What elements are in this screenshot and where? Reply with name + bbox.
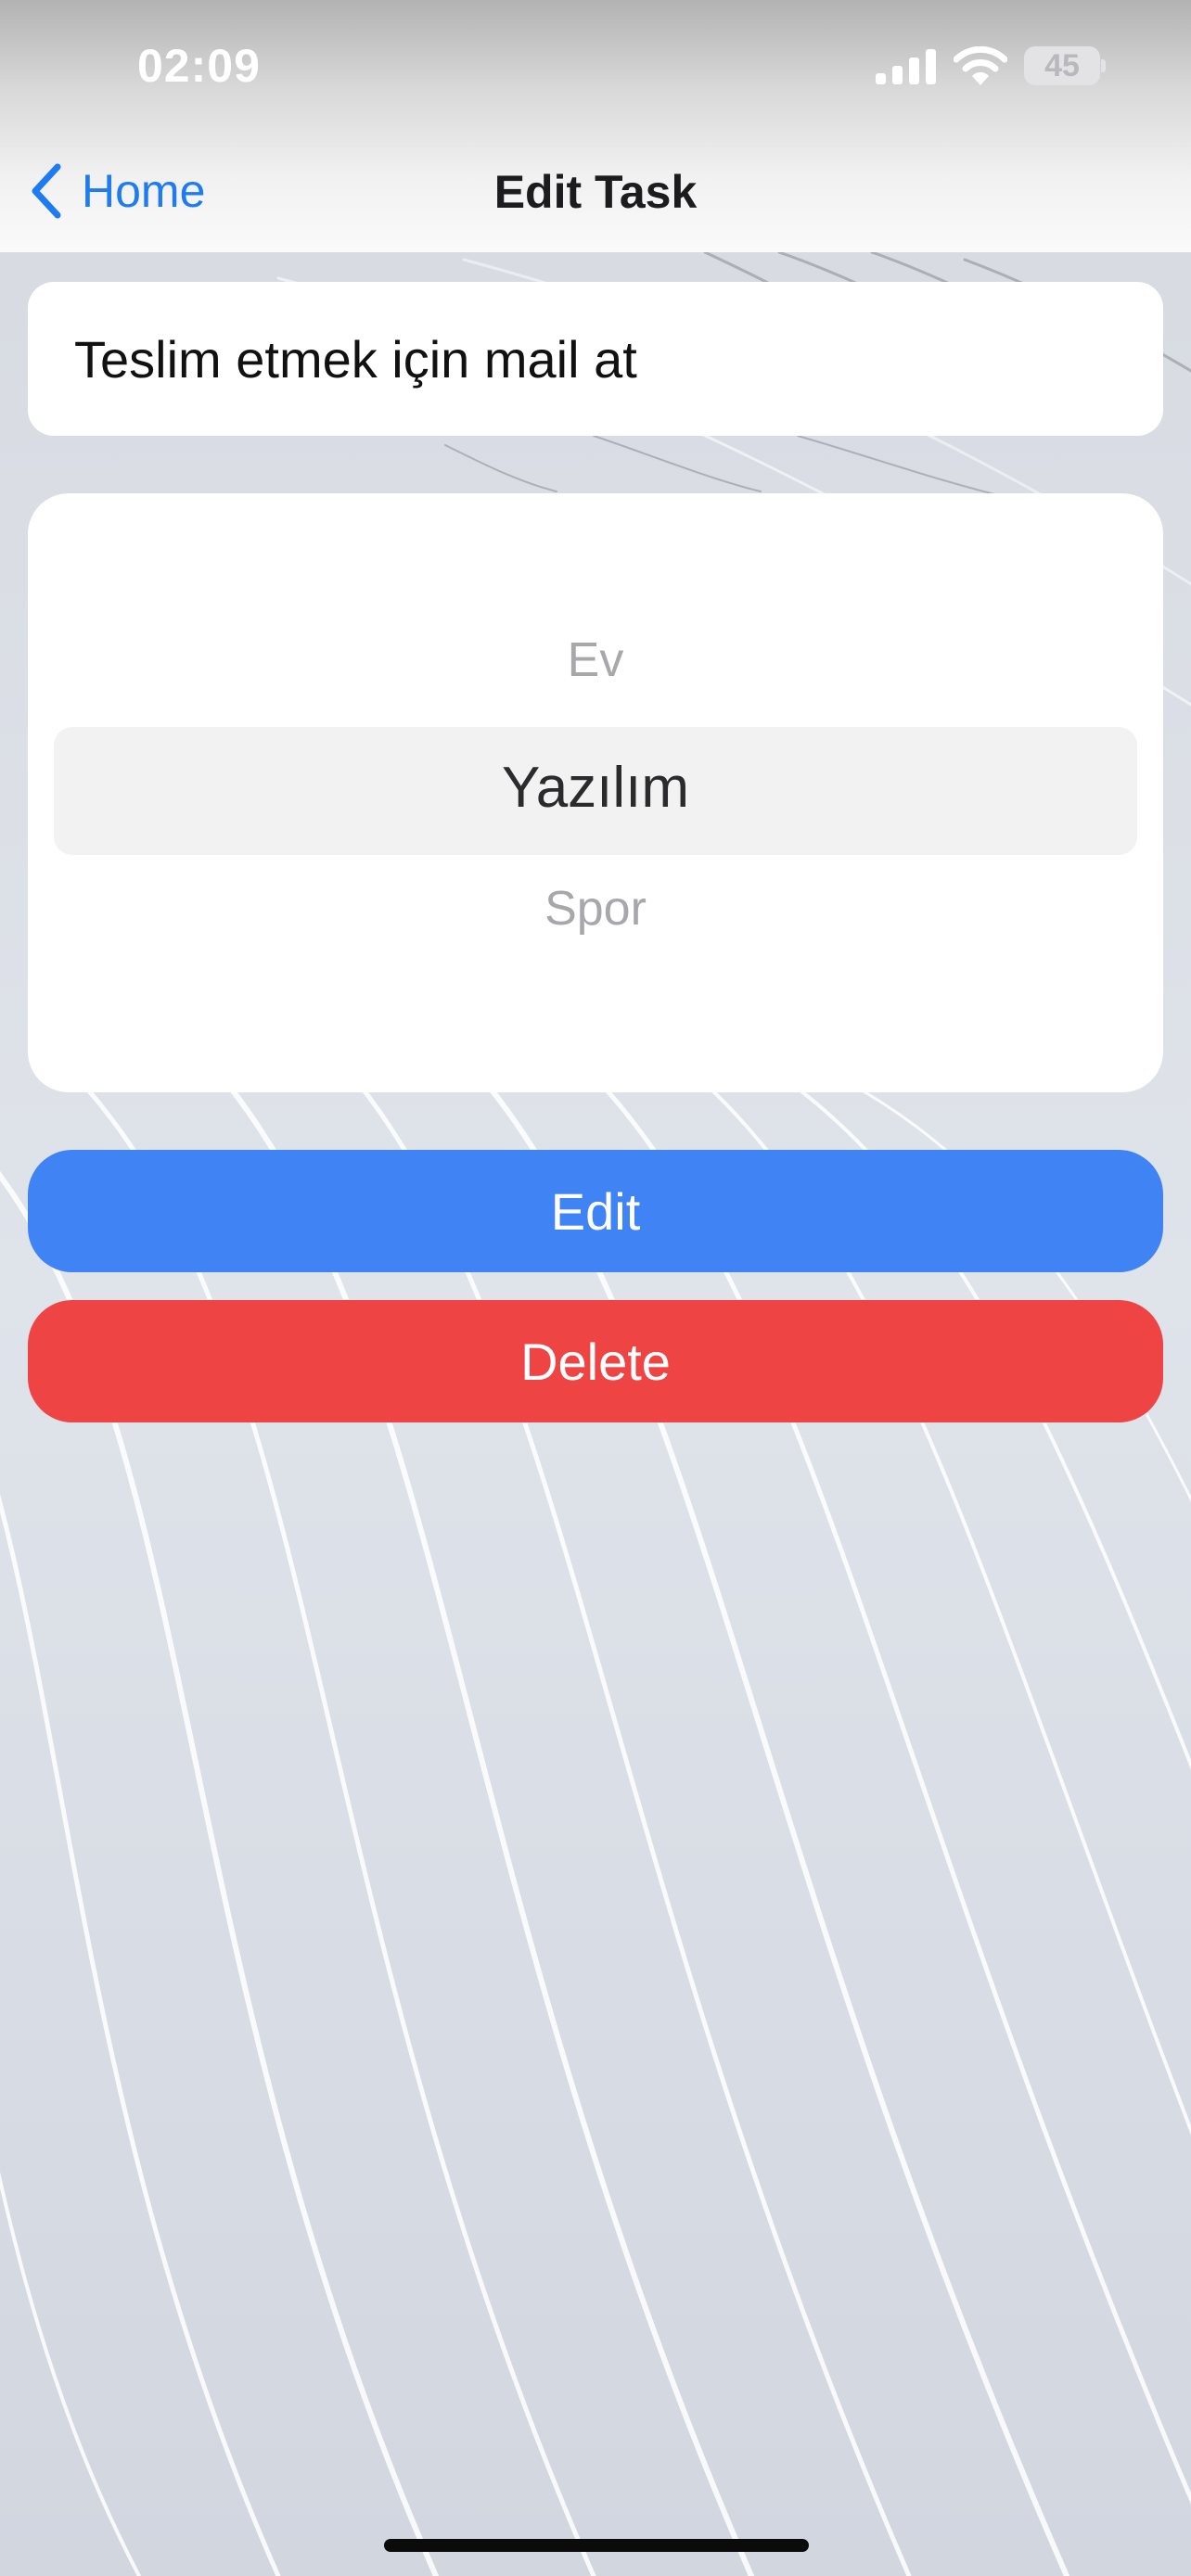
wifi-icon <box>954 46 1007 85</box>
status-bar: 02:09 45 <box>0 0 1191 139</box>
battery-icon: 45 <box>1024 46 1106 85</box>
edit-button[interactable]: Edit <box>28 1150 1163 1272</box>
battery-level: 45 <box>1044 48 1080 83</box>
status-icons: 45 <box>876 46 1106 85</box>
status-time: 02:09 <box>137 40 261 92</box>
task-name-field[interactable]: Teslim etmek için mail at <box>28 282 1163 436</box>
picker-option-spor[interactable]: Spor <box>28 881 1163 937</box>
category-picker[interactable]: Ev Yazılım Spor <box>28 493 1163 1092</box>
delete-button[interactable]: Delete <box>28 1300 1163 1422</box>
cellular-signal-icon <box>876 49 936 84</box>
page-title: Edit Task <box>493 166 698 218</box>
picker-option-selected[interactable]: Yazılım <box>28 755 1163 821</box>
edit-task-form: Teslim etmek için mail at Ev Yazılım Spo… <box>0 0 1191 2576</box>
home-indicator <box>384 2539 809 2552</box>
task-name-value[interactable]: Teslim etmek için mail at <box>74 329 637 389</box>
picker-option-ev[interactable]: Ev <box>28 632 1163 688</box>
